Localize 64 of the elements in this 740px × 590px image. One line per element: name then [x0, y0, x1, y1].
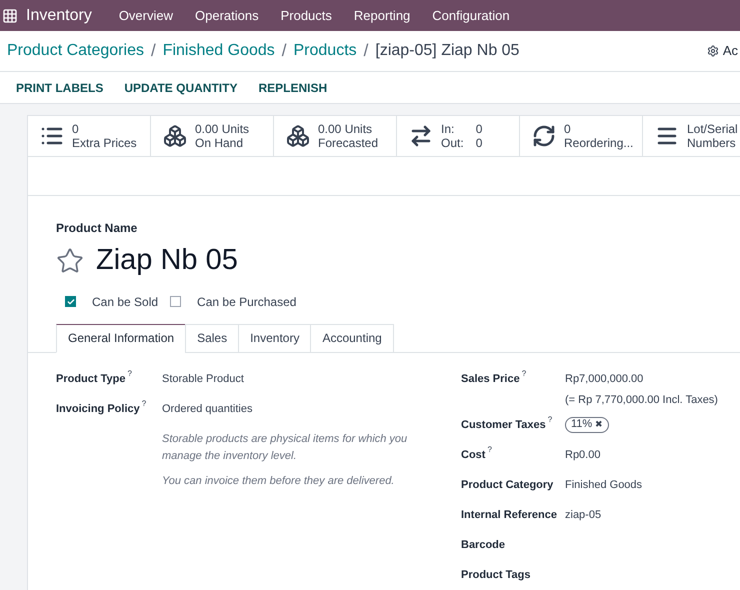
field-label: Sales Price: [461, 372, 520, 386]
stat-button[interactable]: 0 Reordering...: [520, 116, 643, 156]
breadcrumb-link[interactable]: Product Categories: [7, 39, 144, 63]
arrows-icon: [409, 124, 433, 148]
field-label: Customer Taxes: [461, 418, 546, 432]
tab[interactable]: Sales: [185, 324, 240, 352]
breadcrumb-link[interactable]: Finished Goods: [162, 39, 275, 63]
nav-menu-item[interactable]: Products: [270, 6, 343, 26]
help-icon[interactable]: ?: [548, 414, 552, 424]
checkbox-label[interactable]: Can be Sold: [92, 292, 158, 310]
product-name[interactable]: Ziap Nb 05: [96, 239, 238, 282]
field-label: Product Tags: [461, 568, 530, 582]
breadcrumb-link[interactable]: Products: [294, 39, 357, 63]
nav-menu-item[interactable]: Reporting: [342, 6, 422, 26]
help-icon[interactable]: ?: [142, 398, 146, 408]
help-icon[interactable]: ?: [522, 368, 526, 378]
gear-icon[interactable]: [706, 45, 719, 57]
field-label: Internal Reference: [461, 508, 557, 522]
cubes-icon: [286, 124, 310, 148]
tax-included-amount: (= Rp 7,770,000.00 Incl. Taxes): [565, 393, 718, 408]
breadcrumb-separator: /: [282, 40, 286, 62]
field-value[interactable]: Rp0.00: [565, 446, 600, 476]
action-button[interactable]: PRINT LABELS: [16, 78, 104, 96]
action-button[interactable]: UPDATE QUANTITY: [124, 78, 238, 96]
help-icon[interactable]: ?: [487, 444, 492, 454]
breadcrumb-separator: /: [150, 40, 156, 62]
help-text: Storable products are physical items for which you manage the inventory level.: [162, 432, 408, 464]
stat-button[interactable]: Lot/Serial Numbers: [643, 116, 740, 156]
stat-button[interactable]: 0 Extra Prices: [28, 116, 151, 156]
field-label: Invoicing Policy: [56, 402, 140, 416]
checkbox-label[interactable]: Can be Purchased: [197, 292, 296, 310]
field-label: Cost: [461, 448, 486, 462]
tab[interactable]: Accounting: [310, 324, 394, 352]
field-label: Product Name: [56, 220, 138, 237]
tab[interactable]: General Information: [56, 324, 186, 352]
stat-button[interactable]: 0.00 Units On Hand: [151, 116, 274, 156]
cubes-icon: [163, 124, 187, 148]
remove-icon[interactable]: ✖: [595, 418, 604, 432]
field-label: Barcode: [461, 538, 506, 552]
refresh-icon: [532, 124, 556, 148]
field-value[interactable]: Rp7,000,000.00: [565, 370, 718, 387]
field-value[interactable]: Storable Product: [162, 370, 244, 400]
breadcrumb-current: [ziap-05] Ziap Nb 05: [375, 41, 520, 61]
stat-button[interactable]: 0.00 Units Forecasted: [274, 116, 397, 156]
help-text: You can invoice them before they are delivered.: [162, 474, 396, 488]
field-label: Product Type: [56, 372, 126, 386]
app-name[interactable]: Inventory: [26, 4, 92, 28]
field-value[interactable]: Finished Goods: [565, 476, 642, 506]
nav-menu-item[interactable]: Configuration: [421, 6, 521, 26]
field-label: Product Category: [461, 478, 554, 492]
action-menu[interactable]: Ac: [722, 41, 738, 61]
field-value[interactable]: Ordered quantities: [162, 400, 252, 430]
stat-button[interactable]: In: 0 Out: 0: [397, 116, 520, 156]
checkbox[interactable]: [65, 296, 76, 307]
checkbox[interactable]: [170, 296, 182, 307]
apps-icon[interactable]: [2, 8, 18, 24]
tax-tag: 11% ✖: [565, 416, 610, 432]
help-icon[interactable]: ?: [127, 368, 132, 378]
nav-menu-item[interactable]: Operations: [184, 6, 270, 26]
action-button[interactable]: REPLENISH: [258, 78, 328, 96]
field-value[interactable]: ziap-05: [565, 506, 602, 536]
breadcrumb-separator: /: [364, 40, 368, 62]
nav-menu-item[interactable]: Overview: [108, 6, 184, 26]
star-icon[interactable]: [56, 246, 84, 275]
